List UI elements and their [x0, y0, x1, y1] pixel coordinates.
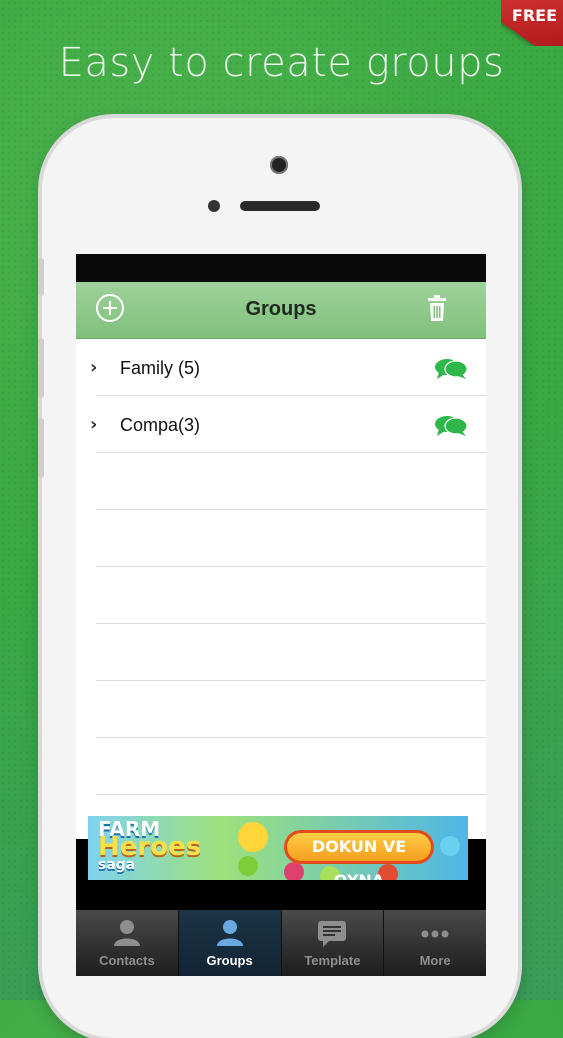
tab-label: More: [419, 953, 451, 968]
mute-switch: [38, 258, 44, 296]
sensor-icon: [208, 200, 220, 212]
empty-row: [76, 681, 486, 738]
contact-icon: [113, 920, 140, 946]
tab-template[interactable]: Template: [282, 910, 385, 976]
volume-up-button: [38, 338, 44, 398]
group-name: Compa(3): [120, 415, 201, 435]
tab-more[interactable]: More: [384, 910, 486, 976]
sun-icon: [238, 822, 268, 852]
empty-row: [76, 567, 486, 624]
list-item[interactable]: › Family (5): [76, 339, 486, 396]
more-icon: [421, 930, 449, 938]
chat-bubbles-icon[interactable]: [434, 415, 468, 437]
app-screen: Groups › Family (5) › Compa(3) FARM Hero…: [76, 254, 486, 976]
list-item[interactable]: › Compa(3): [76, 396, 486, 453]
volume-down-button: [38, 418, 44, 478]
tab-label: Groups: [206, 953, 253, 968]
status-bar: [76, 254, 486, 282]
tab-bar: Contacts Groups Template More: [76, 910, 486, 976]
speaker-icon: [240, 201, 320, 211]
ad-banner[interactable]: FARM Heroes saga DOKUN VE OYNA: [88, 816, 468, 880]
empty-row: [76, 453, 486, 510]
empty-row: [76, 624, 486, 681]
group-name: Family (5): [120, 358, 200, 378]
groups-list: › Family (5) › Compa(3): [76, 339, 486, 839]
chevron-right-icon: ›: [90, 357, 98, 378]
fruit-icon: [284, 862, 304, 880]
camera-icon: [270, 156, 288, 174]
trash-icon[interactable]: [426, 295, 448, 321]
fruit-icon: [238, 856, 258, 876]
tab-groups[interactable]: Groups: [178, 910, 282, 976]
empty-row: [76, 738, 486, 795]
phone-frame: Groups › Family (5) › Compa(3) FARM Hero…: [38, 118, 518, 1038]
ad-logo: FARM Heroes saga: [98, 817, 202, 873]
empty-row: [76, 510, 486, 567]
chevron-right-icon: ›: [90, 414, 98, 435]
free-badge-label: FREE: [511, 6, 557, 25]
headline: Easy to create groups: [58, 40, 505, 86]
navigation-bar: Groups: [76, 282, 486, 339]
chat-bubbles-icon[interactable]: [434, 358, 468, 380]
group-icon: [216, 920, 243, 946]
message-icon: [318, 921, 347, 947]
tab-label: Template: [304, 953, 361, 968]
tab-contacts[interactable]: Contacts: [76, 910, 179, 976]
page-title: Groups: [245, 298, 317, 320]
free-badge: FREE: [501, 0, 563, 46]
tab-label: Contacts: [99, 953, 155, 968]
fruit-icon: [440, 836, 460, 856]
ad-cta-button[interactable]: DOKUN VE OYNA: [284, 830, 434, 880]
